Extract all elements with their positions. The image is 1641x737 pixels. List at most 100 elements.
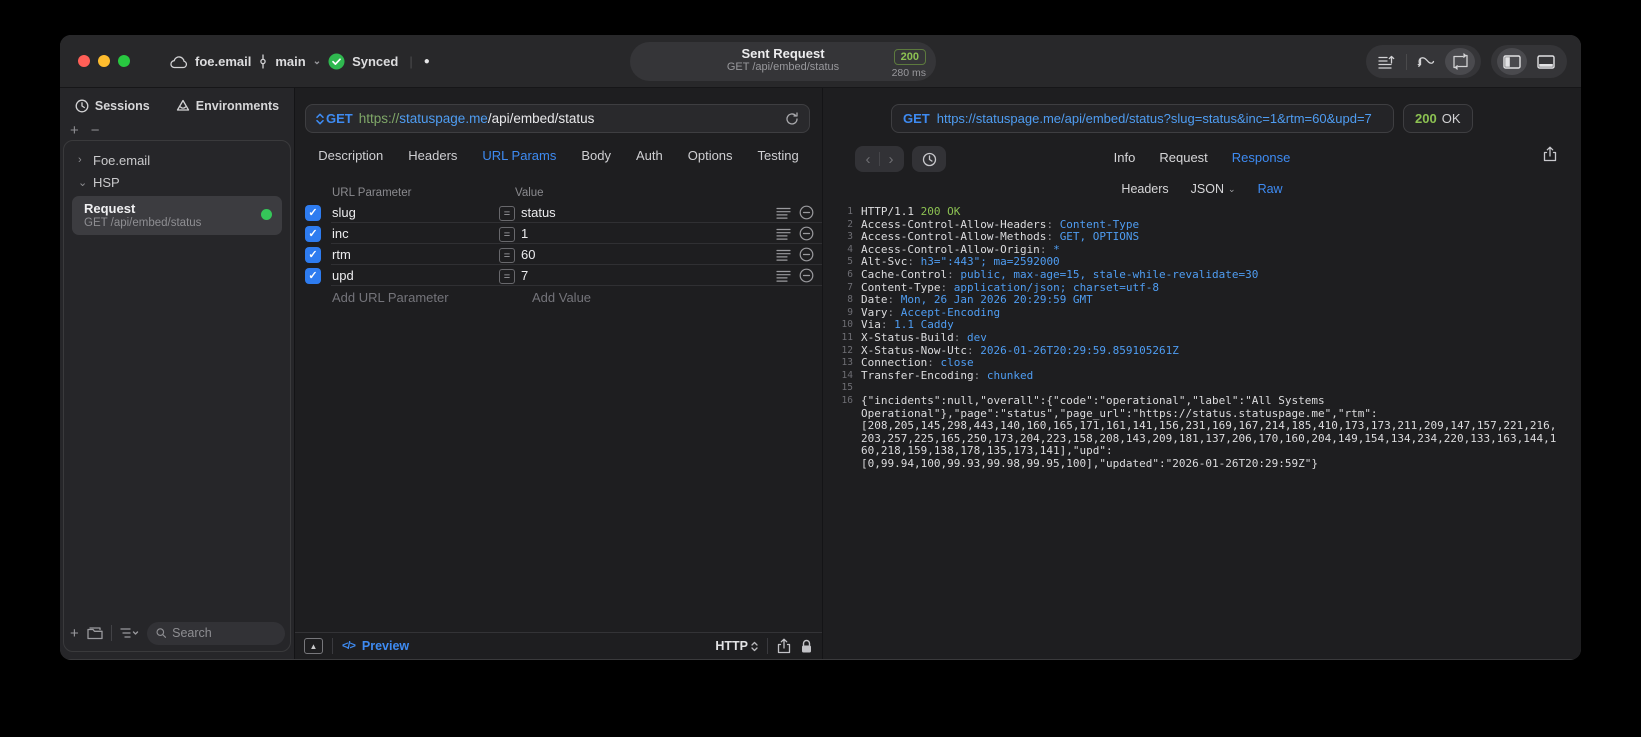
tree-group-foe-email[interactable]: › Foe.email — [72, 149, 282, 171]
project-name[interactable]: foe.email — [195, 54, 251, 69]
param-name-input[interactable]: slug — [321, 205, 499, 220]
branch-name[interactable]: main — [275, 54, 305, 69]
method-selector[interactable]: GET — [316, 111, 353, 126]
remove-param-icon[interactable] — [799, 205, 814, 220]
equals-icon: = — [499, 269, 515, 284]
param-value-cell: = 60 — [499, 246, 535, 264]
synced-check-icon — [328, 53, 345, 70]
param-checkbox[interactable]: ✓ — [305, 204, 321, 221]
close-window-button[interactable] — [78, 55, 90, 67]
add-url-parameter[interactable]: Add URL Parameter — [332, 290, 510, 305]
request-tab-body[interactable]: Body — [581, 148, 611, 163]
request-url-input[interactable]: https://statuspage.me/api/embed/status — [359, 111, 779, 126]
line-number: 1 — [847, 206, 853, 217]
new-folder-icon[interactable] — [87, 626, 103, 640]
toggle-sidebar-button[interactable] — [1497, 48, 1527, 75]
reorder-lines-icon[interactable] — [776, 270, 791, 282]
tab-sessions[interactable]: Sessions — [75, 99, 150, 113]
sort-list-button[interactable] — [1372, 48, 1402, 75]
request-url-bar[interactable]: GET https://statuspage.me/api/embed/stat… — [305, 104, 810, 133]
param-value-input[interactable]: 1 — [521, 226, 528, 241]
param-value-input[interactable]: 7 — [521, 268, 528, 283]
updown-chevrons-icon — [316, 113, 324, 124]
reorder-lines-icon[interactable] — [776, 249, 791, 261]
param-checkbox[interactable]: ✓ — [305, 267, 321, 284]
request-list-item-selected[interactable]: Request GET /api/embed/status — [72, 196, 282, 235]
url-param-row: ✓ upd = 7 — [295, 265, 822, 286]
param-name-input[interactable]: upd — [321, 268, 499, 283]
share-icon — [1543, 146, 1557, 162]
request-response-toggle[interactable] — [1445, 48, 1475, 75]
reorder-lines-icon[interactable] — [776, 228, 791, 240]
response-body[interactable]: 1 HTTP/1.1 200 OK 2 Access-Control-Allow-He… — [823, 206, 1581, 659]
minimize-window-button[interactable] — [98, 55, 110, 67]
param-value-input[interactable]: 60 — [521, 247, 535, 262]
response-url-pill[interactable]: GET https://statuspage.me/api/embed/stat… — [891, 104, 1394, 133]
panel-bottom-icon — [1537, 54, 1555, 69]
sort-filter-icon[interactable] — [120, 627, 139, 639]
remove-param-icon[interactable] — [799, 247, 814, 262]
param-value-cell: = status — [499, 204, 556, 222]
url-param-row: ✓ rtm = 60 — [295, 244, 822, 265]
sent-request-subtitle: GET /api/embed/status — [726, 61, 840, 73]
request-tab-testing[interactable]: Testing — [758, 148, 799, 163]
expand-panel-button[interactable]: ▲ — [304, 638, 323, 654]
app-window: foe.email main ⌄ Synced | ● Sent Request… — [60, 35, 1581, 660]
titlebar: foe.email main ⌄ Synced | ● Sent Request… — [60, 35, 1581, 88]
param-checkbox[interactable]: ✓ — [305, 246, 321, 263]
compare-button[interactable] — [1411, 48, 1441, 75]
response-subtab-headers[interactable]: Headers — [1121, 182, 1168, 196]
add-param-row[interactable]: Add URL Parameter Add Value — [295, 286, 822, 308]
line-number: 16 — [841, 394, 853, 406]
request-tab-options[interactable]: Options — [688, 148, 733, 163]
remove-param-icon[interactable] — [799, 268, 814, 283]
search-field[interactable] — [146, 621, 285, 645]
request-tab-auth[interactable]: Auth — [636, 148, 663, 163]
response-subtab-json[interactable]: JSON ⌄ — [1191, 182, 1236, 196]
remove-session-button[interactable]: − — [91, 122, 100, 139]
share-icon[interactable] — [777, 638, 791, 654]
resend-refresh-icon[interactable] — [785, 111, 799, 126]
branch-chevron-icon[interactable]: ⌄ — [313, 56, 321, 67]
line-number: 14 — [841, 369, 853, 381]
search-input[interactable] — [172, 626, 276, 640]
response-line: 14 Transfer-Encoding: chunked — [823, 369, 1581, 383]
toggle-bottom-panel-button[interactable] — [1531, 48, 1561, 75]
line-number: 8 — [847, 294, 853, 306]
request-tab-headers[interactable]: Headers — [408, 148, 457, 163]
zoom-window-button[interactable] — [118, 55, 130, 67]
chevron-right-icon[interactable]: › — [78, 154, 86, 166]
preview-button[interactable]: </> Preview — [342, 639, 409, 653]
param-checkbox[interactable]: ✓ — [305, 225, 321, 242]
protocol-selector[interactable]: HTTP — [715, 639, 758, 653]
response-tab-request[interactable]: Request — [1159, 150, 1207, 165]
line-number: 9 — [847, 306, 853, 318]
response-subtab-raw[interactable]: Raw — [1258, 182, 1283, 196]
response-tab-response[interactable]: Response — [1232, 150, 1291, 165]
request-tab-description[interactable]: Description — [318, 148, 383, 163]
environments-icon — [176, 99, 189, 111]
response-tab-info[interactable]: Info — [1114, 150, 1136, 165]
param-name-input[interactable]: rtm — [321, 247, 499, 262]
remove-param-icon[interactable] — [799, 226, 814, 241]
line-number: 4 — [847, 243, 853, 255]
export-response-button[interactable] — [1543, 146, 1557, 167]
project-area: foe.email main ⌄ Synced | ● — [170, 35, 430, 88]
add-session-button[interactable]: + — [70, 122, 79, 139]
tab-environments[interactable]: Environments — [176, 99, 279, 113]
url-param-row: ✓ slug = status — [295, 202, 822, 223]
reorder-lines-icon[interactable] — [776, 207, 791, 219]
new-request-button[interactable]: + — [70, 625, 79, 642]
unsaved-dot-icon: ● — [423, 56, 430, 67]
method-label: GET — [326, 111, 353, 126]
protocol-label: HTTP — [715, 639, 748, 653]
sent-request-banner[interactable]: Sent Request GET /api/embed/status 200 2… — [630, 42, 936, 81]
add-value[interactable]: Add Value — [510, 290, 591, 305]
param-name-input[interactable]: inc — [321, 226, 499, 241]
url-param-row: ✓ inc = 1 — [295, 223, 822, 244]
param-value-input[interactable]: status — [521, 205, 556, 220]
tree-group-hsp[interactable]: ⌄ HSP — [72, 171, 282, 193]
chevron-down-icon[interactable]: ⌄ — [78, 176, 87, 189]
request-tab-url-params[interactable]: URL Params — [482, 148, 556, 163]
lock-icon[interactable] — [800, 639, 813, 654]
